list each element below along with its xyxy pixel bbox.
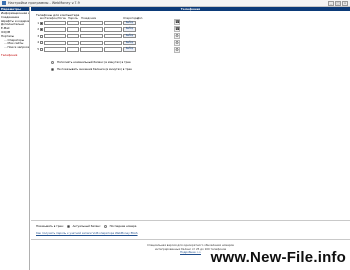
enable-checkbox[interactable] [40,21,43,25]
choose-button[interactable]: Выбор [123,33,136,39]
password-field[interactable] [67,33,79,39]
tray-option-row: Не показывать значения баланса (в минута… [51,67,132,71]
gear-icon[interactable]: ⚙ [174,33,180,39]
alias-field[interactable] [80,40,103,46]
password-field[interactable] [67,40,79,46]
minimize-button[interactable]: _ [328,0,334,6]
operator-field[interactable] [104,20,122,26]
choose-button[interactable]: Выбор [123,27,136,32]
operator-field[interactable] [104,40,122,46]
column-header: Доп. [137,16,144,20]
tray-display-row: Показывать в трее: Актуальный баланс Пос… [36,224,136,228]
tray-option-label: Не показывать значения баланса (в минута… [57,67,132,71]
divider [31,220,350,221]
last-numbers-radio[interactable] [103,224,107,228]
help-link[interactable]: Как получить пароль к учетной записи VoI… [36,231,138,235]
gear-icon[interactable]: ⚙ [174,40,180,46]
tray-option-row: Пополнять номинальный баланс (в минутах)… [51,60,131,64]
login-field[interactable] [44,47,66,52]
login-field[interactable] [44,33,66,39]
title-bar: Настройки программы - WebMoney v.7.9 _ □… [0,0,350,7]
tray-option-radio[interactable] [51,67,54,71]
password-field[interactable] [67,47,79,52]
choose-button[interactable]: Выбор [123,40,136,46]
table-row: 2 Выбор [36,27,188,33]
table-row: 4 Выбор [36,40,188,46]
operator-field[interactable] [104,47,122,52]
page-title: Телефония [31,7,350,11]
tray-display-label: Показывать в трее: [36,224,64,228]
phone-icon[interactable]: ☎ [174,26,180,32]
operator-field[interactable] [104,33,122,39]
watermark: www.New-File.info [210,249,346,266]
actual-balance-label: Актуальный баланс [72,224,101,228]
enable-checkbox[interactable] [40,34,43,38]
window-title: Настройки программы - WebMoney v.7.9 [8,1,80,5]
operator-field[interactable] [104,27,122,32]
login-field[interactable] [44,20,66,26]
enable-checkbox[interactable] [40,47,43,51]
enable-checkbox[interactable] [40,41,43,45]
table-row: 3 Выбор [36,33,188,39]
phone-table: вкл Телефон/Логин Пароль Псевдоним Опера… [36,16,188,53]
table-row: 5 Выбор [36,46,188,52]
phone-icon[interactable]: ☎ [174,19,180,25]
last-numbers-label: Последние номера [109,224,137,228]
sidebar-subitem[interactable]: ... Поиск запроса [1,46,29,50]
password-field[interactable] [67,27,79,32]
app-icon [2,1,6,5]
login-field[interactable] [44,27,66,32]
choose-button[interactable]: Выбор [123,47,136,52]
gear-icon[interactable]: ⚙ [174,47,180,53]
sidebar-item-telephony[interactable]: Телефония [1,54,29,58]
sidebar-list: Информационная копия Соединение Шрифты и… [0,11,29,58]
choose-button[interactable]: Выбор [123,20,136,26]
tray-option-label: Пополнять номинальный баланс (в минутах)… [57,60,131,64]
column-header: Операторы [123,16,139,20]
window-controls: _ □ x [328,0,348,6]
alias-field[interactable] [80,20,103,26]
settings-sidebar: Параметры Информационная копия Соединени… [0,7,30,270]
alias-field[interactable] [80,33,103,39]
actual-balance-radio[interactable] [66,224,70,228]
main-panel: Телефония Телефоны для компьютера вкл Те… [31,7,350,270]
column-header: Псевдоним [81,16,97,20]
alias-field[interactable] [80,27,103,32]
column-header: Телефон/Логин [45,16,67,20]
column-header: Пароль [68,16,78,20]
tray-option-radio[interactable] [51,60,54,64]
close-button[interactable]: x [342,0,348,6]
column-header: вкл [40,16,45,20]
divider [31,239,350,240]
login-field[interactable] [44,40,66,46]
table-row: 1 Выбор [36,20,188,26]
side-icon-column: ☎ ☎ ⚙ ⚙ ⚙ [174,19,184,54]
enable-checkbox[interactable] [40,28,43,32]
alias-field[interactable] [80,47,103,52]
password-field[interactable] [67,20,79,26]
maximize-button[interactable]: □ [335,0,341,6]
